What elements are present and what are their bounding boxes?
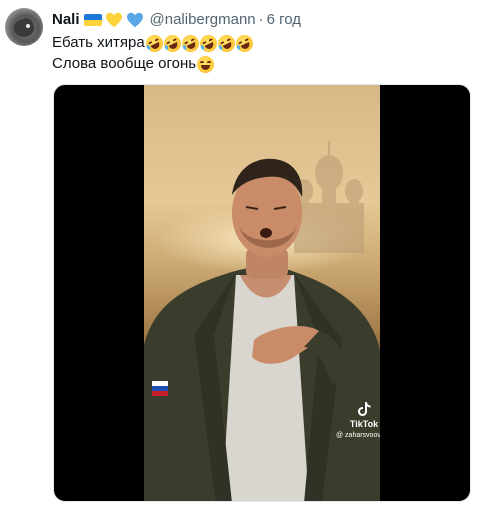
avatar-bird-shape [11, 16, 37, 40]
tweet-text-line-2: Слова вообще огонь [52, 54, 215, 74]
rofl-emoji-icon [214, 31, 238, 55]
tweet-text-2: Слова вообще огонь [52, 55, 197, 72]
ukraine-flag-icon [83, 14, 102, 26]
tiktok-logo-icon [358, 402, 371, 416]
rofl-emoji-icon [160, 31, 184, 55]
tweet-video-media[interactable]: TikTok @ zaharsvoov [53, 84, 471, 502]
grin-squint-emoji-icon [197, 55, 215, 73]
rofl-emoji-icon [196, 31, 220, 55]
tweet-text-line-1: Ебать хитяра [52, 31, 256, 55]
tiktok-watermark: TikTok [349, 401, 379, 430]
tiktok-brand-label: TikTok [349, 419, 379, 429]
author-name[interactable]: Nali [52, 10, 80, 30]
rofl-emoji-icon [142, 31, 166, 55]
singing-man-figure [144, 158, 380, 501]
tweet-text-1: Ебать хитяра [52, 34, 145, 51]
rofl-emoji-icon [178, 31, 202, 55]
separator-dot: · [258, 11, 264, 28]
video-frame[interactable]: TikTok @ zaharsvoov [144, 85, 380, 501]
blue-heart-icon [126, 12, 143, 28]
yellow-heart-icon [105, 12, 122, 28]
author-avatar[interactable] [5, 8, 43, 46]
tweet-header: Nali @nalibergmann · 6 год [52, 10, 301, 30]
author-handle[interactable]: @nalibergmann [150, 10, 256, 30]
avatar-eye [26, 24, 30, 28]
tweet-timestamp[interactable]: 6 год [267, 10, 301, 30]
tiktok-handle-label: @ zaharsvoov [336, 432, 380, 439]
rofl-emoji-icon [232, 31, 256, 55]
